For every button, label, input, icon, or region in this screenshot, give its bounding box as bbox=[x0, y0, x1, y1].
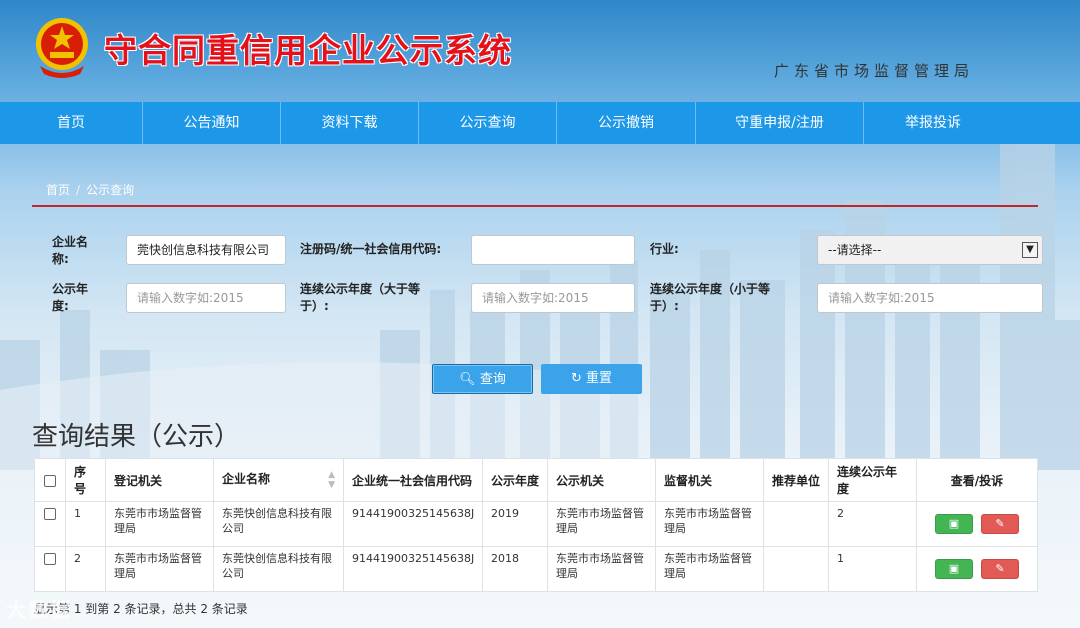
results-title: 查询结果（公示） bbox=[32, 422, 241, 452]
credit-code-label: 注册码/统一社会信用代码: bbox=[300, 242, 442, 256]
cell-recommender bbox=[763, 501, 829, 547]
cell-actions: ▣ ✎ bbox=[916, 501, 1038, 547]
document-icon: ▣ bbox=[948, 517, 960, 530]
col-header-index: 序号 bbox=[65, 458, 106, 502]
results-table: 序号 登记机关 企业名称 ▲ ▼ 企业统一社会信用代码 公示年度 公示机关 监督机关… bbox=[34, 458, 1038, 592]
document-icon: ▣ bbox=[948, 562, 960, 575]
cell-cont-year: 1 bbox=[828, 546, 917, 592]
col-header-actions: 查看/投诉 bbox=[916, 458, 1038, 502]
row-checkbox[interactable] bbox=[44, 508, 56, 520]
edit-icon: ✎ bbox=[995, 562, 1005, 575]
refresh-icon: ↻ bbox=[570, 371, 582, 386]
breadcrumb-home[interactable]: 首页 bbox=[46, 183, 70, 197]
col-header-sup-authority: 监督机关 bbox=[655, 458, 764, 502]
search-icon: 🔍︎ bbox=[459, 372, 476, 387]
cell-year: 2019 bbox=[482, 501, 548, 547]
table-row: 2 东莞市市场监督管理局 东莞快创信息科技有限公司 91441900325145… bbox=[34, 546, 1038, 592]
cont-year-gt-input[interactable]: 请输入数字如:2015 bbox=[471, 283, 635, 313]
col-header-company[interactable]: 企业名称 ▲ ▼ bbox=[213, 458, 344, 502]
nav-item-notices[interactable]: 公告通知 bbox=[143, 102, 281, 144]
nav-item-apply[interactable]: 守重申报/注册 bbox=[696, 102, 864, 144]
site-subtitle: 广东省市场监督管理局 bbox=[774, 62, 975, 80]
cont-year-lt-input[interactable]: 请输入数字如:2015 bbox=[817, 283, 1043, 313]
nav-item-revoke[interactable]: 公示撤销 bbox=[557, 102, 696, 144]
cell-cont-year: 2 bbox=[828, 501, 917, 547]
query-button-label: 查询 bbox=[479, 372, 506, 387]
breadcrumb-current: 公示查询 bbox=[86, 183, 135, 197]
col-header-pub-authority: 公示机关 bbox=[547, 458, 656, 502]
cell-index: 2 bbox=[65, 546, 106, 592]
sort-icon: ▲ ▼ bbox=[328, 470, 335, 490]
col-header-credit-code: 企业统一社会信用代码 bbox=[343, 458, 483, 502]
cont-year-lt-label: 连续公示年度（小于等于）: bbox=[650, 282, 771, 313]
col-header-recommender: 推荐单位 bbox=[763, 458, 829, 502]
cell-recommender bbox=[763, 546, 829, 592]
cell-sup-authority: 东莞市市场监督管理局 bbox=[655, 501, 764, 547]
credit-code-input[interactable] bbox=[471, 235, 635, 265]
nav-item-query[interactable]: 公示查询 bbox=[419, 102, 557, 144]
cell-reg-authority: 东莞市市场监督管理局 bbox=[105, 501, 214, 547]
complain-button[interactable]: ✎ bbox=[981, 514, 1019, 534]
divider bbox=[32, 205, 1038, 207]
industry-select[interactable]: --请选择-- ▼ bbox=[817, 235, 1043, 265]
cell-credit-code: 91441900325145638J bbox=[343, 546, 483, 592]
complain-button[interactable]: ✎ bbox=[981, 559, 1019, 579]
cell-sup-authority: 东莞市市场监督管理局 bbox=[655, 546, 764, 592]
row-checkbox[interactable] bbox=[44, 553, 56, 565]
edit-icon: ✎ bbox=[995, 517, 1005, 530]
site-header: 守合同重信用企业公示系统 广东省市场监督管理局 bbox=[0, 0, 1080, 102]
cell-pub-authority: 东莞市市场监督管理局 bbox=[547, 501, 656, 547]
view-button[interactable]: ▣ bbox=[935, 514, 973, 534]
main-nav: 首页 公告通知 资料下载 公示查询 公示撤销 守重申报/注册 举报投诉 bbox=[0, 102, 1080, 144]
reset-button-label: 重置 bbox=[586, 371, 613, 386]
cell-reg-authority: 东莞市市场监督管理局 bbox=[105, 546, 214, 592]
industry-label: 行业: bbox=[650, 242, 679, 256]
cont-year-gt-label: 连续公示年度（大于等于）: bbox=[300, 282, 421, 313]
cell-actions: ▣ ✎ bbox=[916, 546, 1038, 592]
watermark: 大数据 bbox=[6, 598, 72, 622]
site-title: 守合同重信用企业公示系统 bbox=[104, 31, 512, 70]
nav-item-report[interactable]: 举报投诉 bbox=[864, 102, 1002, 144]
nav-item-downloads[interactable]: 资料下载 bbox=[281, 102, 419, 144]
industry-select-value: --请选择-- bbox=[828, 243, 882, 257]
chevron-down-icon: ▼ bbox=[1022, 242, 1038, 258]
cell-company: 东莞快创信息科技有限公司 bbox=[213, 546, 344, 592]
col-header-year: 公示年度 bbox=[482, 458, 548, 502]
col-header-company-label: 企业名称 bbox=[222, 472, 271, 486]
breadcrumb: 首页 / 公示查询 bbox=[46, 181, 134, 198]
view-button[interactable]: ▣ bbox=[935, 559, 973, 579]
query-button[interactable]: 🔍︎ 查询 bbox=[432, 364, 533, 394]
national-emblem-icon bbox=[36, 18, 88, 78]
cell-credit-code: 91441900325145638J bbox=[343, 501, 483, 547]
cell-company: 东莞快创信息科技有限公司 bbox=[213, 501, 344, 547]
company-name-label: 企业名称: bbox=[52, 235, 89, 266]
company-name-input[interactable]: 莞快创信息科技有限公司 bbox=[126, 235, 286, 265]
table-header-row: 序号 登记机关 企业名称 ▲ ▼ 企业统一社会信用代码 公示年度 公示机关 监督机关… bbox=[34, 458, 1038, 502]
select-all-checkbox[interactable] bbox=[44, 474, 56, 487]
year-input[interactable]: 请输入数字如:2015 bbox=[126, 283, 286, 313]
cell-year: 2018 bbox=[482, 546, 548, 592]
nav-item-home[interactable]: 首页 bbox=[0, 102, 143, 144]
breadcrumb-separator: / bbox=[76, 183, 81, 197]
cell-index: 1 bbox=[65, 501, 106, 547]
cell-pub-authority: 东莞市市场监督管理局 bbox=[547, 546, 656, 592]
table-row: 1 东莞市市场监督管理局 东莞快创信息科技有限公司 91441900325145… bbox=[34, 501, 1038, 547]
col-header-cont-year: 连续公示年度 bbox=[828, 458, 917, 502]
year-label: 公示年度: bbox=[52, 282, 89, 313]
col-header-reg-authority: 登记机关 bbox=[105, 458, 214, 502]
reset-button[interactable]: ↻ 重置 bbox=[541, 364, 642, 394]
